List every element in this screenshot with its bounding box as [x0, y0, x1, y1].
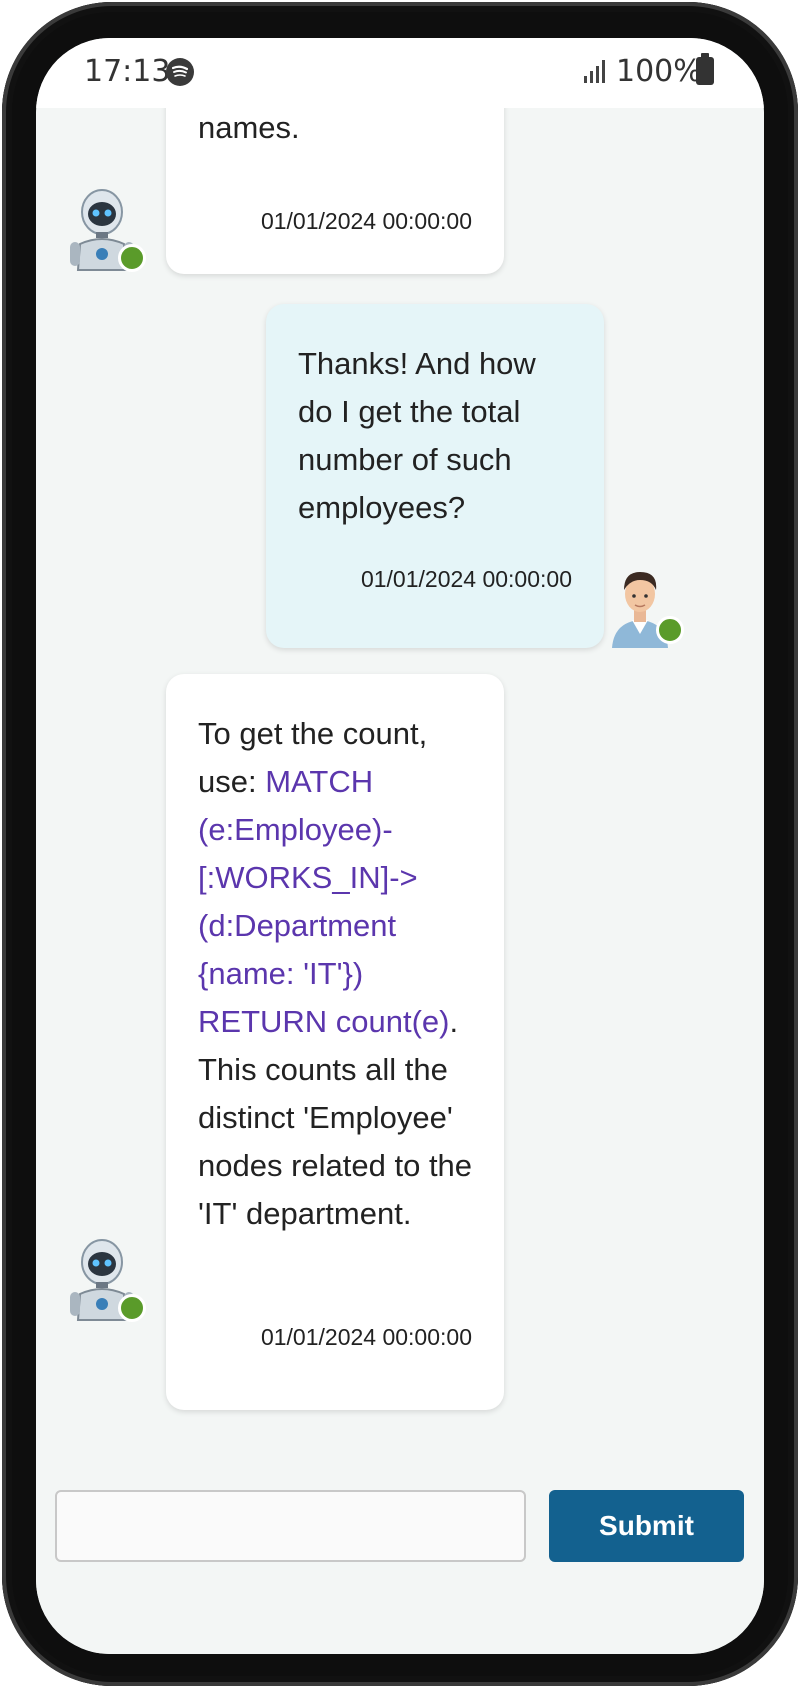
message-text: To get the count, use: MATCH (e:Employee… — [198, 710, 488, 1238]
bot-avatar — [66, 184, 146, 274]
signal-icon — [583, 58, 609, 88]
message-text: Thanks! And how do I get the total numbe… — [298, 346, 536, 525]
message-input[interactable] — [55, 1490, 526, 1562]
status-time: 17:13 — [84, 54, 171, 89]
message-timestamp: 01/01/2024 00:00:00 — [260, 208, 472, 234]
user-message: Thanks! And how do I get the total numbe… — [266, 304, 604, 648]
battery-percent: 100% — [616, 54, 702, 89]
phone-frame: 17:13 100% names. 01/01/2024 00:00:00 Th… — [2, 2, 798, 1686]
composer: Submit — [36, 1468, 764, 1654]
message-list[interactable]: names. 01/01/2024 00:00:00 Thanks! And h… — [36, 88, 764, 1468]
online-status-dot — [118, 1294, 146, 1322]
battery-icon — [696, 53, 714, 85]
online-status-dot — [118, 244, 146, 272]
bot-message: To get the count, use: MATCH (e:Employee… — [166, 674, 504, 1410]
spotify-icon — [166, 58, 194, 86]
cypher-query: MATCH (e:Employee)-[:WORKS_IN]->(d:Depar… — [198, 764, 450, 1039]
status-bar: 17:13 100% — [36, 38, 764, 108]
user-avatar — [604, 558, 684, 648]
screen: 17:13 100% names. 01/01/2024 00:00:00 Th… — [36, 38, 764, 1654]
submit-button[interactable]: Submit — [549, 1490, 744, 1562]
message-text: names. — [198, 110, 300, 145]
bot-message: names. 01/01/2024 00:00:00 — [166, 88, 504, 274]
bot-avatar — [66, 1234, 146, 1324]
message-timestamp: 01/01/2024 00:00:00 — [260, 1324, 472, 1350]
online-status-dot — [656, 616, 684, 644]
message-timestamp: 01/01/2024 00:00:00 — [360, 566, 572, 592]
